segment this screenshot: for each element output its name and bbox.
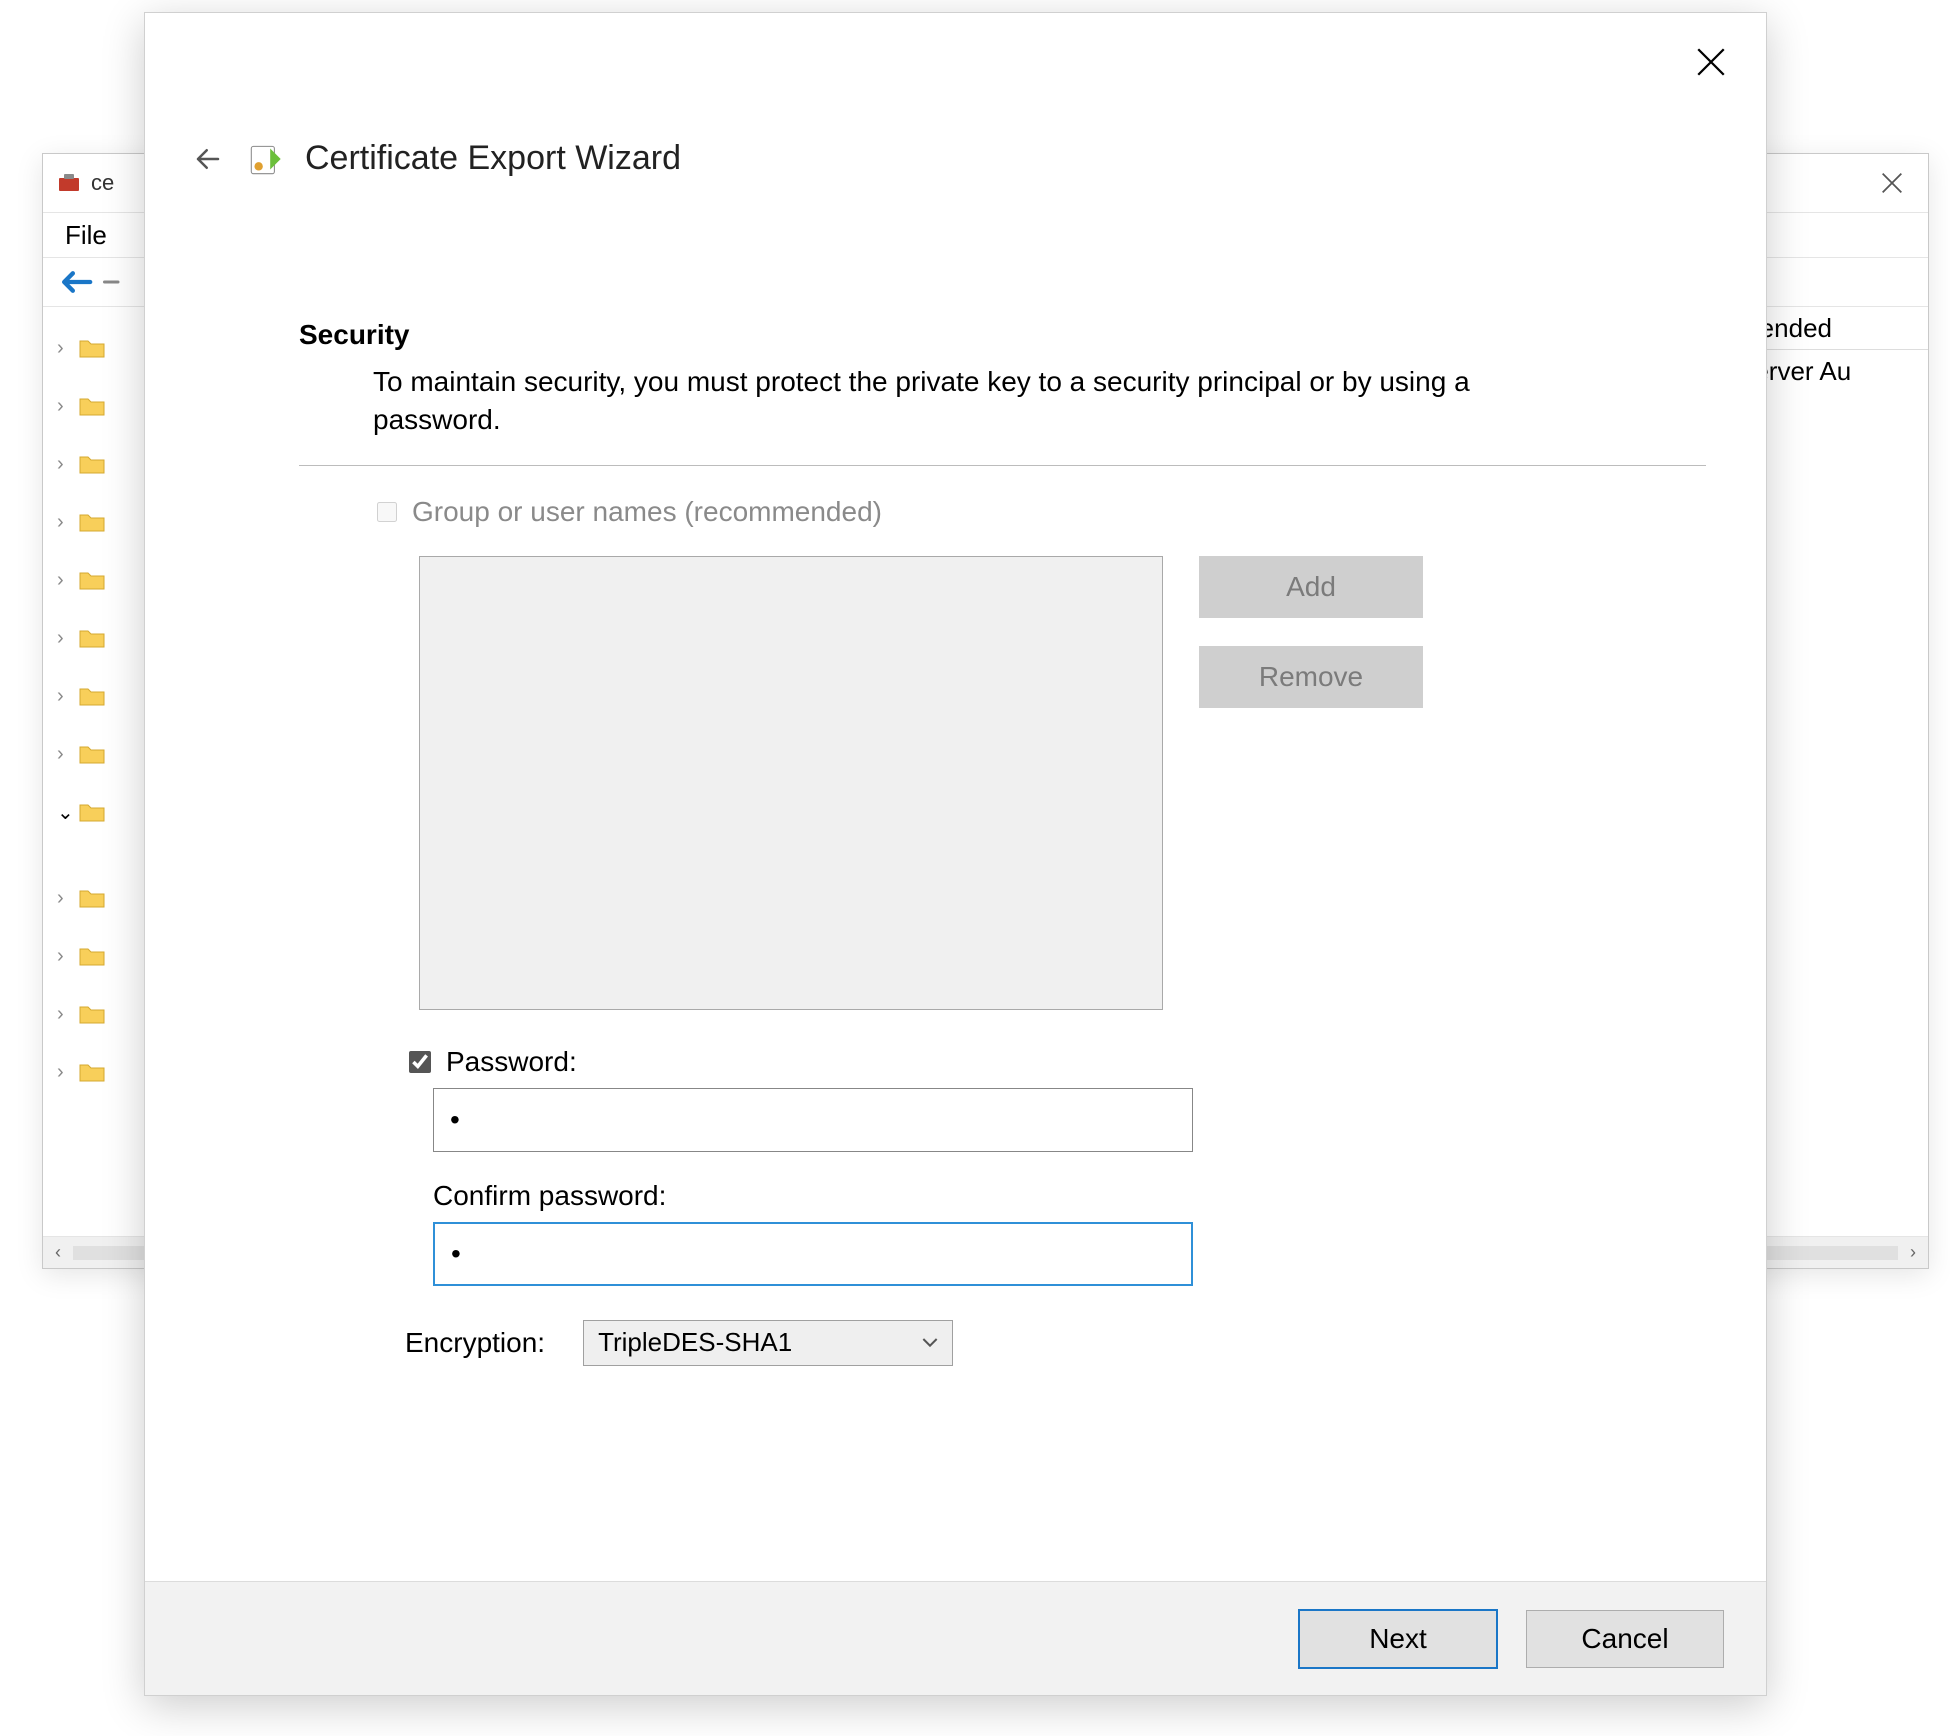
background-tree: › › › › › › › › ⌄ › › › ›	[43, 313, 155, 1271]
tree-item[interactable]: ›	[43, 551, 154, 609]
tree-item[interactable]: ›	[43, 667, 154, 725]
background-close-icon[interactable]	[1864, 163, 1920, 203]
folder-icon	[79, 887, 105, 909]
folder-icon	[79, 453, 105, 475]
password-checkbox[interactable]	[409, 1051, 431, 1073]
certmgr-app-icon	[57, 171, 81, 195]
folder-icon	[79, 685, 105, 707]
tree-item[interactable]: ›	[43, 609, 154, 667]
folder-icon	[79, 395, 105, 417]
remove-button: Remove	[1199, 646, 1423, 708]
background-title: ce	[91, 170, 114, 196]
close-icon[interactable]	[1690, 41, 1732, 83]
certificate-export-wizard-dialog: Certificate Export Wizard Security To ma…	[144, 12, 1767, 1696]
group-users-listbox[interactable]	[419, 556, 1163, 1010]
encryption-label: Encryption:	[405, 1327, 545, 1359]
divider	[299, 465, 1706, 466]
password-checkbox-row[interactable]: Password:	[405, 1046, 1706, 1078]
wizard-title: Certificate Export Wizard	[305, 139, 681, 178]
tree-item[interactable]: ⌄	[43, 783, 154, 841]
group-users-label: Group or user names (recommended)	[412, 496, 882, 528]
chevron-down-icon	[922, 1337, 938, 1349]
tree-item[interactable]: ›	[43, 985, 154, 1043]
next-button[interactable]: Next	[1298, 1609, 1498, 1669]
toolbar-forward-icon	[103, 269, 127, 295]
tree-item[interactable]: ›	[43, 493, 154, 551]
security-description: To maintain security, you must protect t…	[373, 363, 1523, 439]
confirm-password-input[interactable]	[433, 1222, 1193, 1286]
group-users-checkbox[interactable]	[377, 502, 397, 522]
folder-icon	[79, 511, 105, 533]
add-button: Add	[1199, 556, 1423, 618]
encryption-value: TripleDES-SHA1	[598, 1327, 792, 1358]
group-users-checkbox-row[interactable]: Group or user names (recommended)	[373, 496, 1706, 528]
folder-icon	[79, 569, 105, 591]
tree-item[interactable]: ›	[43, 1043, 154, 1101]
toolbar-back-icon[interactable]	[57, 269, 93, 295]
wizard-footer: Next Cancel	[145, 1581, 1766, 1695]
tree-item[interactable]: ›	[43, 319, 154, 377]
back-arrow-icon[interactable]	[189, 140, 227, 178]
menu-file[interactable]: File	[65, 220, 107, 251]
cancel-button[interactable]: Cancel	[1526, 1610, 1724, 1668]
folder-icon	[79, 1003, 105, 1025]
tree-item[interactable]: ›	[43, 725, 154, 783]
folder-icon	[79, 801, 105, 823]
folder-icon	[79, 743, 105, 765]
tree-item[interactable]: ›	[43, 377, 154, 435]
password-input[interactable]	[433, 1088, 1193, 1152]
folder-icon	[79, 945, 105, 967]
security-heading: Security	[299, 319, 1706, 351]
scroll-right-icon[interactable]: ›	[1904, 1240, 1922, 1265]
password-label: Password:	[446, 1046, 577, 1078]
encryption-select[interactable]: TripleDES-SHA1	[583, 1320, 953, 1366]
tree-item[interactable]: ›	[43, 869, 154, 927]
wizard-cert-icon	[245, 140, 287, 178]
tree-item[interactable]: ›	[43, 435, 154, 493]
folder-icon	[79, 337, 105, 359]
folder-icon	[79, 1061, 105, 1083]
folder-icon	[79, 627, 105, 649]
tree-item[interactable]: ›	[43, 927, 154, 985]
confirm-password-label: Confirm password:	[433, 1180, 1706, 1212]
scroll-left-icon[interactable]: ‹	[49, 1240, 67, 1265]
